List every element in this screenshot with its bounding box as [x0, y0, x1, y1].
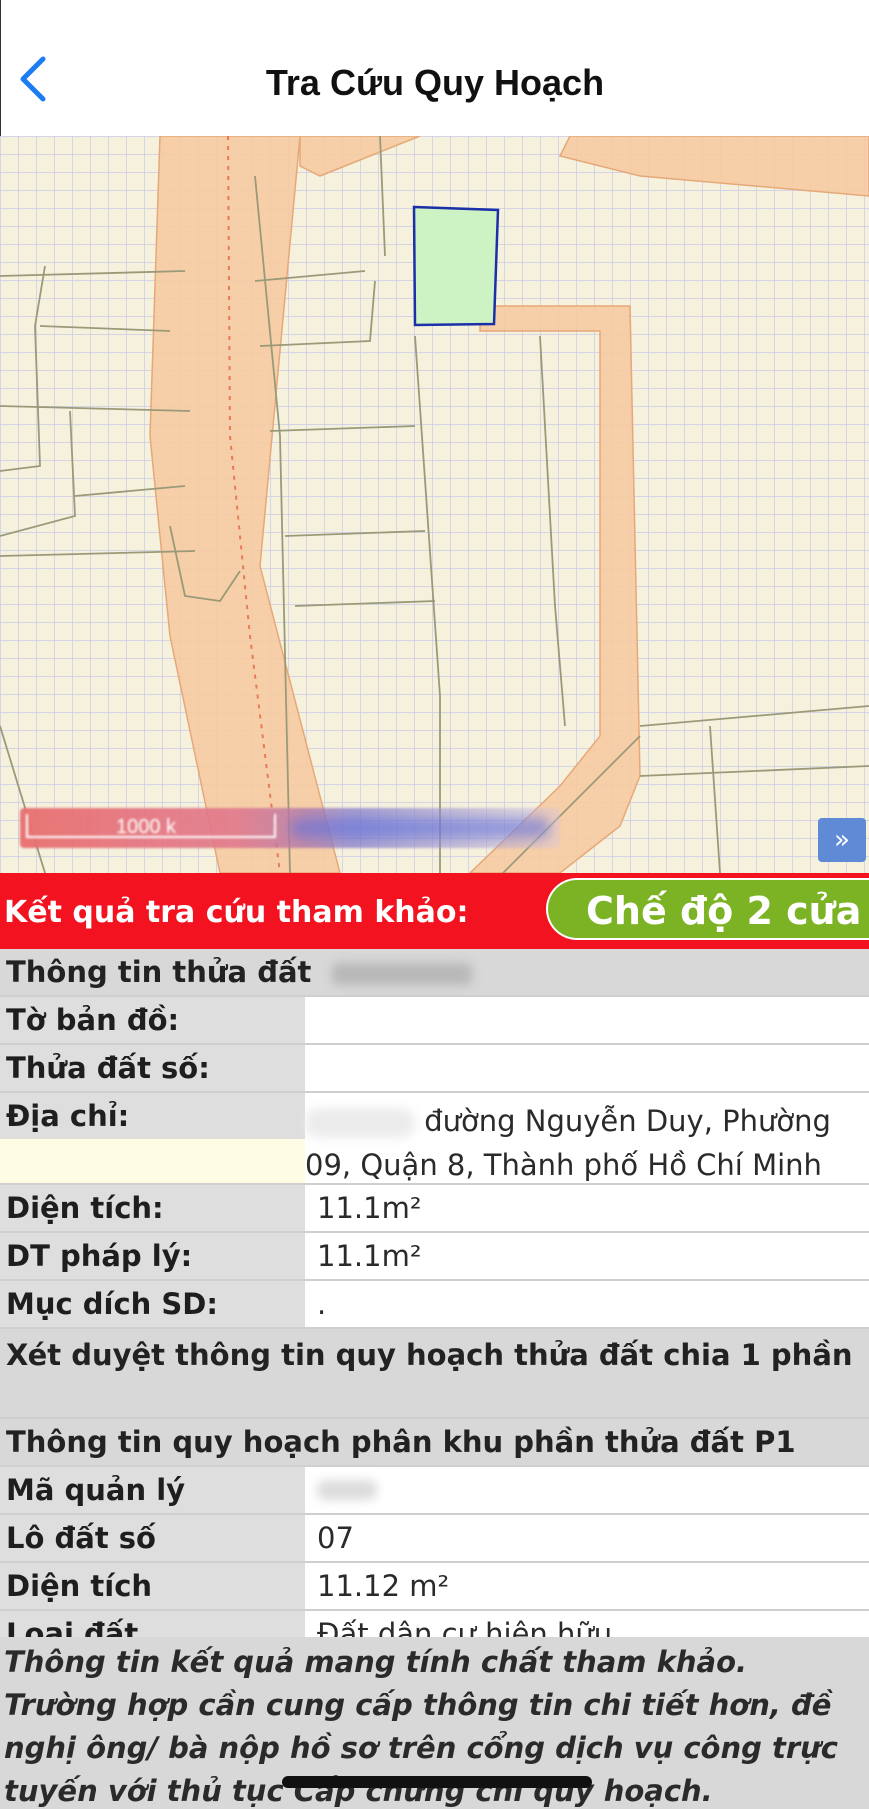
- scale-bar: 1000 k: [20, 808, 560, 848]
- row-label: Địa chỉ:: [0, 1093, 305, 1139]
- address-label-col: Địa chỉ:: [0, 1093, 305, 1183]
- table-row: Lô đất số 07: [0, 1515, 869, 1563]
- zoning-section-title: Thông tin quy hoạch phân khu phần thửa đ…: [0, 1419, 869, 1467]
- scale-label: 1000 k: [116, 816, 177, 838]
- info-table: Thông tin thửa đất Tờ bản đồ: Thửa đất s…: [0, 949, 869, 1659]
- table-row: Diện tích 11.12 m²: [0, 1563, 869, 1611]
- row-label: Lô đất số: [0, 1515, 305, 1561]
- row-value: [305, 1045, 869, 1091]
- row-value: đường Nguyễn Duy, Phường 09, Quận 8, Thà…: [305, 1093, 869, 1183]
- row-label: DT pháp lý:: [0, 1233, 305, 1279]
- table-row-address: Địa chỉ: đường Nguyễn Duy, Phường 09, Qu…: [0, 1093, 869, 1185]
- redacted-id: [331, 963, 472, 985]
- home-indicator[interactable]: [282, 1776, 592, 1788]
- page-title: Tra Cứu Quy Hoạch: [265, 62, 605, 103]
- table-row: Mục dích SD: .: [0, 1281, 869, 1329]
- mode-toggle-button[interactable]: Chế độ 2 cửa: [546, 878, 869, 940]
- row-label: Mã quản lý: [0, 1467, 305, 1513]
- row-label: Mục dích SD:: [0, 1281, 305, 1327]
- row-value: 07: [305, 1515, 869, 1561]
- row-label: Diện tích: [0, 1563, 305, 1609]
- row-label: Diện tích:: [0, 1185, 305, 1231]
- table-row: Mã quản lý: [0, 1467, 869, 1515]
- table-row: DT pháp lý: 11.1m²: [0, 1233, 869, 1281]
- zoning-section-text: Thông tin quy hoạch phân khu phần thửa đ…: [6, 1425, 796, 1459]
- map-canvas[interactable]: [0, 136, 869, 873]
- review-section-title: Xét duyệt thông tin quy hoạch thửa đất c…: [0, 1329, 869, 1419]
- expand-panel-button[interactable]: »: [818, 818, 866, 862]
- row-value: [305, 997, 869, 1043]
- row-label: Tờ bản đồ:: [0, 997, 305, 1043]
- header: Tra Cứu Quy Hoạch: [0, 0, 869, 136]
- label-spacer: [0, 1139, 305, 1183]
- address-redacted: [305, 1108, 415, 1138]
- review-title-text: Xét duyệt thông tin quy hoạch thửa đất c…: [6, 1338, 853, 1372]
- result-label: Kết quả tra cứu tham khảo:: [4, 895, 469, 930]
- redacted-code: [317, 1480, 377, 1500]
- blurred-coordinates: [290, 818, 550, 838]
- table-row: Thửa đất số:: [0, 1045, 869, 1093]
- table-row: Diện tích: 11.1m²: [0, 1185, 869, 1233]
- parcel-section-text: Thông tin thửa đất: [6, 955, 312, 989]
- parcel-section-title: Thông tin thửa đất: [0, 949, 869, 997]
- row-label: Thửa đất số:: [0, 1045, 305, 1091]
- row-value: .: [305, 1281, 869, 1327]
- row-value: 11.12 m²: [305, 1563, 869, 1609]
- table-row: Tờ bản đồ:: [0, 997, 869, 1045]
- row-value: [305, 1467, 869, 1513]
- planning-map[interactable]: 1000 k »: [0, 136, 869, 873]
- row-value: 11.1m²: [305, 1233, 869, 1279]
- row-value: 11.1m²: [305, 1185, 869, 1231]
- result-bar: Kết quả tra cứu tham khảo: Chế độ 2 cửa: [0, 873, 869, 949]
